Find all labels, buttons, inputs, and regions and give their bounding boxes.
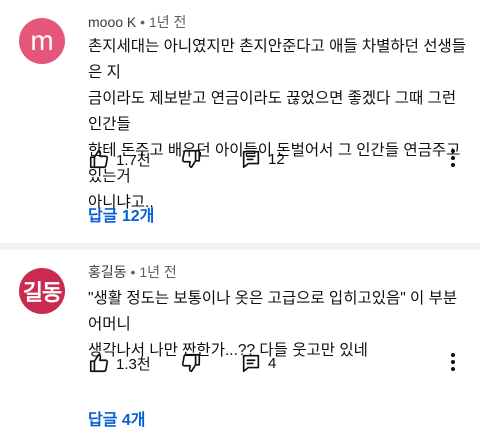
comment-2: 길동 홍길동 • 1년 전 "생활 정도는 보통이나 옷은 고급으로 입히고있음… bbox=[0, 250, 480, 446]
thumb-down-icon bbox=[180, 352, 202, 374]
like-button[interactable]: 1.3천 bbox=[88, 352, 180, 374]
comment-actions: 1.7천 12 bbox=[88, 144, 468, 174]
reply-count: 4 bbox=[268, 354, 277, 372]
comment-line: 촌지세대는 아니였지만 촌지안준다고 애들 차별하던 선생들은 지 bbox=[88, 38, 467, 81]
section-divider bbox=[0, 243, 480, 250]
reply-icon bbox=[240, 148, 262, 170]
reply-icon bbox=[240, 352, 262, 374]
comment-line: 금이라도 제보받고 연금이라도 끊었으면 좋겠다 그때 그런 인간들 bbox=[88, 90, 457, 133]
reply-button[interactable]: 12 bbox=[240, 148, 360, 170]
thumb-up-icon bbox=[88, 148, 110, 170]
comment-text: 촌지세대는 아니였지만 촌지안준다고 애들 차별하던 선생들은 지 금이라도 제… bbox=[88, 34, 468, 216]
comment-1: m mooo K • 1년 전 촌지세대는 아니였지만 촌지안준다고 애들 차별… bbox=[0, 0, 480, 243]
comment-time[interactable]: 1년 전 bbox=[149, 14, 186, 30]
dislike-button[interactable] bbox=[180, 148, 240, 170]
view-replies-link[interactable]: 답글 12개 bbox=[88, 202, 154, 226]
thumb-down-icon bbox=[180, 148, 202, 170]
comment-meta: 홍길동 • 1년 전 bbox=[88, 262, 177, 282]
avatar-letter: m bbox=[30, 25, 54, 56]
meta-separator: • bbox=[130, 264, 136, 280]
author-name[interactable]: 홍길동 bbox=[88, 264, 127, 280]
more-options-button[interactable] bbox=[450, 352, 456, 377]
comment-meta: mooo K • 1년 전 bbox=[88, 12, 186, 32]
more-vert-icon bbox=[450, 149, 456, 172]
reply-button[interactable]: 4 bbox=[240, 352, 360, 374]
avatar-letter: 길동 bbox=[22, 280, 62, 305]
meta-separator: • bbox=[140, 14, 146, 30]
like-count: 1.7천 bbox=[116, 151, 151, 169]
thumb-up-icon bbox=[88, 352, 110, 374]
view-replies-link[interactable]: 답글 4개 bbox=[88, 406, 146, 430]
more-vert-icon bbox=[450, 353, 456, 376]
avatar[interactable]: m bbox=[19, 18, 65, 64]
dislike-button[interactable] bbox=[180, 352, 240, 374]
author-name[interactable]: mooo K bbox=[88, 14, 136, 30]
comment-time[interactable]: 1년 전 bbox=[139, 264, 176, 280]
reply-count: 12 bbox=[268, 150, 285, 168]
more-options-button[interactable] bbox=[450, 148, 456, 173]
comment-line: "생활 정도는 보통이나 옷은 고급으로 입히고있음" 이 부분 어머니 bbox=[88, 290, 458, 333]
like-button[interactable]: 1.7천 bbox=[88, 148, 180, 170]
like-count: 1.3천 bbox=[116, 355, 151, 373]
comment-actions: 1.3천 4 bbox=[88, 348, 468, 378]
avatar[interactable]: 길동 bbox=[19, 268, 65, 314]
